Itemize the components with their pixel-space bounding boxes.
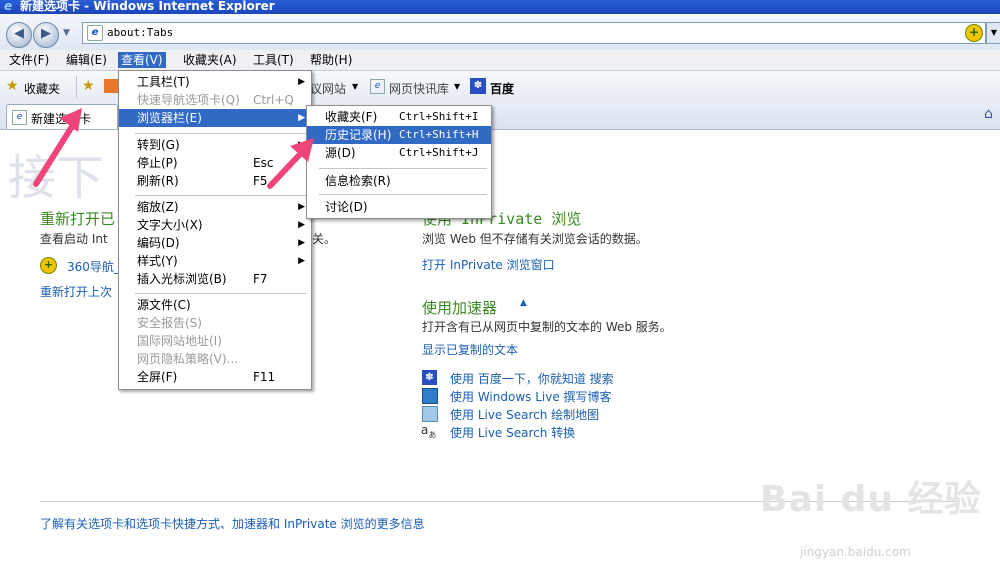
favorites-button[interactable]: 收藏夹: [24, 80, 60, 97]
menu-item-toolbars[interactable]: 工具栏(T) ▶: [119, 73, 311, 91]
menu-item-full-screen[interactable]: 全屏(F) F11: [119, 368, 311, 386]
accelerator-item[interactable]: 使用 Windows Live 撰写博客: [450, 388, 612, 405]
explorer-bars-submenu: 收藏夹(F) Ctrl+Shift+I 历史记录(H) Ctrl+Shift+H 源…: [306, 105, 492, 219]
page-icon: e: [87, 25, 103, 41]
submenu-item-research[interactable]: 信息检索(R): [307, 172, 491, 190]
collapse-caret-icon[interactable]: ▲: [520, 298, 527, 308]
menu-item-quick-tabs: 快速导航选项卡(Q) Ctrl+Q: [137, 93, 294, 107]
go-icon[interactable]: +: [965, 24, 983, 42]
blog-icon: [422, 388, 438, 404]
address-dropdown-button[interactable]: ▼: [986, 22, 1000, 44]
accelerator-item[interactable]: 使用 Live Search 转换: [450, 424, 575, 441]
menu-item-caret-browsing[interactable]: 插入光标浏览(B) F7: [119, 270, 311, 288]
menu-separator: [319, 168, 487, 169]
title-bar: e 新建选项卡 - Windows Internet Explorer: [0, 0, 1000, 14]
suggested-sites-button[interactable]: 议网站: [310, 80, 346, 97]
menu-item-text-size[interactable]: 文字大小(X) ▶: [119, 216, 311, 234]
accelerator-item[interactable]: 使用 Live Search 绘制地图: [450, 406, 599, 423]
menu-view[interactable]: 查看(V): [118, 52, 166, 68]
address-input[interactable]: about:Tabs: [107, 26, 173, 39]
annotation-arrow-icon: [33, 108, 82, 187]
web-slice-icon: e: [370, 79, 385, 94]
baidu-paw-icon: ✽: [422, 370, 437, 385]
menu-separator: [135, 195, 307, 196]
baidu-watermark-logo: Bai du 经验: [760, 479, 982, 520]
menu-separator: [135, 293, 307, 294]
baidu-favorite-link[interactable]: 百度: [490, 80, 514, 97]
favbar-divider: [76, 76, 77, 98]
menu-favorites[interactable]: 收藏夹(A): [180, 52, 240, 68]
accelerator-item[interactable]: 使用 百度一下，你就知道 搜索: [450, 370, 614, 387]
arrow-right-icon: ▶: [41, 26, 51, 41]
baidu-paw-icon: ✽: [470, 78, 486, 94]
baidu-watermark-url: jingyan.baidu.com: [800, 545, 911, 559]
menu-item-style[interactable]: 样式(Y) ▶: [119, 252, 311, 270]
reopen-closed-tabs-title: 重新打开已: [40, 210, 116, 228]
menu-file[interactable]: 文件(F): [6, 52, 52, 68]
reopen-description: 查看启动 Int: [40, 232, 108, 246]
ie-logo-icon: e: [4, 0, 13, 13]
add-favorite-icon[interactable]: ★: [82, 78, 95, 94]
menu-item-security-report: 安全报告(S): [137, 316, 202, 330]
menu-separator: [319, 194, 487, 195]
back-button[interactable]: ◀: [6, 22, 32, 48]
home-icon[interactable]: ⌂: [984, 106, 998, 122]
map-icon: [422, 406, 438, 422]
submenu-item-favorites[interactable]: 收藏夹(F) Ctrl+Shift+I: [307, 108, 491, 126]
show-copied-text-link[interactable]: 显示已复制的文本: [422, 341, 518, 358]
forward-button[interactable]: ▶: [33, 22, 59, 48]
history-dropdown-icon[interactable]: ▼: [63, 28, 70, 38]
closed-tab-link[interactable]: 360导航_: [67, 258, 120, 275]
reopen-last-session-link[interactable]: 重新打开上次: [40, 283, 112, 300]
menu-item-privacy-policy: 网页隐私策略(V)...: [137, 352, 239, 366]
learn-more-link[interactable]: 了解有关选项卡和选项卡快捷方式、加速器和 InPrivate 浏览的更多信息: [40, 515, 425, 532]
menu-item-explorer-bars[interactable]: 浏览器栏(E) ▶: [119, 109, 311, 127]
web-slice-gallery-button[interactable]: 网页快讯库: [389, 80, 449, 97]
site-icon[interactable]: [104, 79, 118, 93]
menu-item-source[interactable]: 源文件(C): [119, 296, 311, 314]
view-menu: 工具栏(T)▶ 快速导航选项卡(Q)Ctrl+Q 浏览器栏(E)▶ 转到(G)▶…: [118, 70, 312, 390]
accelerators-description: 打开含有已从网页中复制的文本的 Web 服务。: [422, 320, 672, 334]
annotation-arrow-icon: [267, 138, 314, 189]
submenu-item-feeds[interactable]: 源(D) Ctrl+Shift+J: [307, 144, 491, 162]
address-bar[interactable]: e about:Tabs +: [82, 22, 986, 44]
window-title: 新建选项卡 - Windows Internet Explorer: [20, 0, 275, 13]
submenu-item-history[interactable]: 历史记录(H) Ctrl+Shift+H: [307, 126, 491, 144]
accelerators-title: 使用加速器: [422, 299, 498, 317]
menu-item-international-address: 国际网站地址(I): [137, 334, 222, 348]
submenu-item-discuss[interactable]: 讨论(D): [307, 198, 491, 216]
menu-help[interactable]: 帮助(H): [307, 52, 355, 68]
star-icon: ★: [6, 78, 19, 94]
menu-edit[interactable]: 编辑(E): [63, 52, 110, 68]
menu-item-zoom[interactable]: 缩放(Z) ▶: [119, 198, 311, 216]
arrow-left-icon: ◀: [14, 26, 24, 41]
translate-icon: aあ: [421, 423, 437, 440]
open-inprivate-link[interactable]: 打开 InPrivate 浏览窗口: [422, 256, 555, 273]
reopen-description-tail: 关。: [312, 232, 337, 246]
inprivate-description: 浏览 Web 但不存储有关浏览会话的数据。: [422, 232, 648, 246]
chevron-down-icon: ▼: [352, 82, 359, 91]
360-nav-icon: +: [40, 257, 57, 274]
chevron-down-icon: ▼: [454, 82, 461, 91]
menu-tools[interactable]: 工具(T): [250, 52, 297, 68]
menu-item-encoding[interactable]: 编码(D) ▶: [119, 234, 311, 252]
